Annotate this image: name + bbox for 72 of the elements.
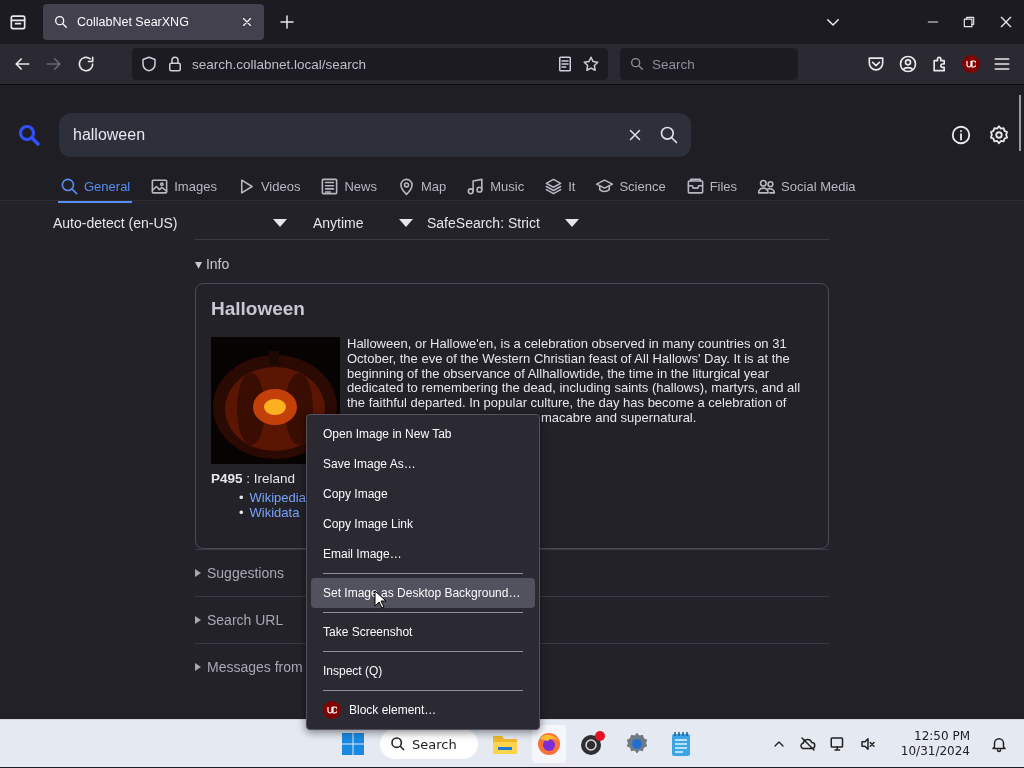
music-note-icon bbox=[466, 177, 486, 196]
description-text: macabre and supernatural. bbox=[541, 411, 698, 426]
category-tab[interactable]: It bbox=[542, 173, 578, 203]
category-tab[interactable]: Map bbox=[394, 173, 449, 203]
menu-item[interactable]: Save Image As… bbox=[311, 449, 535, 479]
category-tab[interactable]: Files bbox=[683, 173, 740, 203]
section-toggle[interactable]: Search URL bbox=[207, 612, 284, 628]
search-icon bbox=[390, 736, 406, 752]
close-icon[interactable] bbox=[240, 15, 254, 29]
menu-item[interactable]: Copy Image bbox=[311, 479, 535, 509]
close-icon[interactable] bbox=[998, 14, 1014, 30]
search-icon bbox=[60, 177, 79, 196]
search-icon bbox=[629, 56, 645, 72]
file-box-icon bbox=[685, 177, 705, 196]
search-icon[interactable] bbox=[659, 125, 679, 145]
restore-icon[interactable] bbox=[962, 15, 976, 29]
scrollbar[interactable] bbox=[1019, 95, 1021, 151]
menu-item[interactable]: Email Image… bbox=[311, 539, 535, 569]
tab-list-icon[interactable] bbox=[8, 12, 28, 32]
source-link[interactable]: Wikipedia bbox=[249, 490, 306, 505]
bookmark-star-icon[interactable] bbox=[582, 55, 600, 73]
layers-icon bbox=[544, 177, 564, 196]
clock-time[interactable]: 12:50 PM bbox=[900, 728, 970, 744]
category-tab[interactable]: News bbox=[318, 173, 379, 203]
menu-item[interactable]: Copy Image Link bbox=[311, 509, 535, 539]
browser-search-field[interactable]: Search bbox=[620, 48, 798, 80]
section-toggle[interactable]: Messages from bbox=[207, 659, 303, 675]
lock-icon bbox=[166, 55, 184, 73]
attribute-text: P495 : Ireland bbox=[211, 471, 297, 486]
menu-item[interactable]: Open Image in New Tab bbox=[311, 419, 535, 449]
filter-dropdown[interactable]: Auto-detect (en-US) bbox=[53, 215, 287, 231]
taskbar-search[interactable]: Search bbox=[380, 729, 478, 759]
menu-item[interactable]: Take Screenshot bbox=[311, 617, 535, 647]
section-toggle[interactable]: Suggestions bbox=[207, 565, 285, 581]
cloud-off-icon[interactable] bbox=[798, 734, 817, 753]
menu-item[interactable]: Block element… bbox=[311, 695, 535, 725]
search-field[interactable]: halloween bbox=[59, 113, 691, 157]
bullet: • bbox=[239, 490, 244, 505]
address-bar[interactable]: search.collabnet.local/search bbox=[132, 48, 608, 80]
search-icon bbox=[53, 14, 69, 30]
people-icon bbox=[757, 177, 777, 196]
account-icon[interactable] bbox=[898, 54, 918, 74]
new-tab-icon[interactable] bbox=[278, 13, 296, 31]
info-icon[interactable] bbox=[950, 124, 972, 146]
category-tab[interactable]: Science bbox=[593, 173, 668, 203]
ublock-icon bbox=[323, 701, 341, 719]
ublock-icon[interactable] bbox=[962, 55, 980, 73]
firefox-icon[interactable] bbox=[532, 725, 566, 763]
shield-icon[interactable] bbox=[140, 55, 158, 73]
category-tab[interactable]: Social Media bbox=[755, 173, 858, 203]
filter-dropdown[interactable]: Anytime bbox=[313, 215, 413, 231]
tab-title: CollabNet SearXNG bbox=[77, 15, 190, 29]
category-tab[interactable]: Music bbox=[464, 173, 527, 203]
bullet: • bbox=[239, 505, 244, 520]
category-tab[interactable]: General bbox=[58, 173, 133, 203]
newspaper-icon bbox=[320, 177, 340, 196]
card-title: Halloween bbox=[211, 298, 306, 320]
source-link[interactable]: Wikidata bbox=[249, 505, 300, 520]
logo-icon[interactable] bbox=[17, 123, 41, 147]
browser-tab[interactable]: CollabNet SearXNG bbox=[43, 4, 264, 40]
menu-item[interactable]: Inspect (Q) bbox=[311, 656, 535, 686]
reload-icon[interactable] bbox=[76, 54, 96, 74]
reader-view-icon[interactable] bbox=[556, 55, 574, 73]
info-toggle[interactable]: ▾ Info bbox=[195, 256, 230, 272]
pocket-icon[interactable] bbox=[866, 54, 886, 74]
filter-dropdown[interactable]: SafeSearch: Strict bbox=[427, 215, 579, 231]
clock-date[interactable]: 10/31/2024 bbox=[900, 743, 970, 759]
settings-icon[interactable] bbox=[988, 124, 1010, 146]
url-text: search.collabnet.local/search bbox=[192, 56, 368, 72]
category-tab[interactable]: Videos bbox=[234, 173, 303, 203]
category-tab[interactable]: Images bbox=[148, 173, 219, 203]
image-icon bbox=[150, 177, 170, 196]
